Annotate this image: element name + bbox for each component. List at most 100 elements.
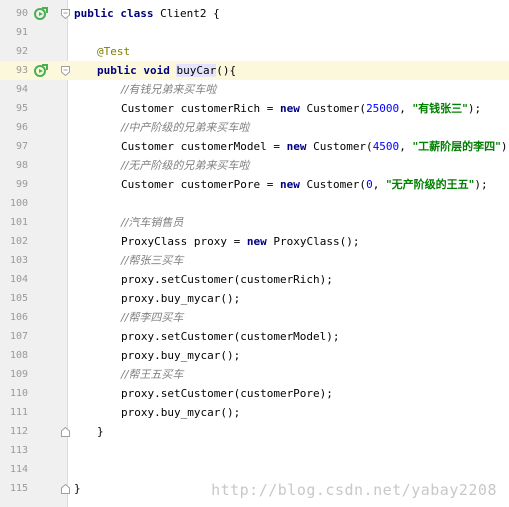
comment: //帮张三买车 [121, 254, 184, 267]
constructor-call: ProxyClass(); [273, 235, 360, 248]
code-editor[interactable]: 90 public class Client2 { 91 92 @Test 93 [0, 0, 509, 507]
code-text: ProxyClass proxy = new ProxyClass(); [121, 232, 359, 251]
code-line-112[interactable]: 112 } [0, 422, 509, 441]
code-text: Customer customerPore = new Customer(0, … [121, 175, 488, 194]
code-text: Customer customerRich = new Customer(250… [121, 99, 481, 118]
code-line-107[interactable]: 107 proxy.setCustomer(customerModel); [0, 327, 509, 346]
punctuation: , [372, 178, 386, 191]
fold-marker-icon[interactable] [61, 66, 70, 76]
code-line-103[interactable]: 103 //帮张三买车 [0, 251, 509, 270]
annotation: @Test [97, 45, 131, 58]
line-number: 106 [9, 312, 28, 323]
comment: //帮李四买车 [121, 311, 184, 324]
method-call: proxy.buy_mycar(); [121, 292, 241, 305]
code-line-98[interactable]: 98 //无产阶级的兄弟来买车啦 [0, 156, 509, 175]
keyword: public void [97, 64, 177, 77]
fold-marker-icon[interactable] [61, 427, 70, 437]
code-line-106[interactable]: 106 //帮李四买车 [0, 308, 509, 327]
closing-brace: } [74, 482, 81, 495]
keyword: new [286, 140, 314, 153]
keyword: new [279, 102, 307, 115]
line-number: 107 [9, 331, 28, 342]
constructor-call: Customer( [306, 102, 367, 115]
line-number: 99 [15, 179, 28, 190]
code-line-96[interactable]: 96 //中产阶级的兄弟来买车啦 [0, 118, 509, 137]
code-text: public void buyCar(){ [97, 61, 236, 80]
keyword: new [279, 178, 307, 191]
line-number: 93 [15, 65, 28, 76]
punctuation: ); [500, 140, 509, 153]
code-line-97[interactable]: 97 Customer customerModel = new Customer… [0, 137, 509, 156]
code-line-91[interactable]: 91 [0, 23, 509, 42]
constructor-call: Customer( [306, 178, 367, 191]
code-line-90[interactable]: 90 public class Client2 { [0, 4, 509, 23]
fold-marker-icon[interactable] [61, 9, 70, 19]
comment: //中产阶级的兄弟来买车啦 [121, 121, 250, 134]
line-number: 95 [15, 103, 28, 114]
code-line-93[interactable]: 93 public void buyCar(){ [0, 61, 509, 80]
code-line-111[interactable]: 111 proxy.buy_mycar(); [0, 403, 509, 422]
code-line-105[interactable]: 105 proxy.buy_mycar(); [0, 289, 509, 308]
punctuation: , [399, 140, 413, 153]
declaration: Customer customerPore = [121, 178, 280, 191]
line-number: 96 [15, 122, 28, 133]
fold-marker-icon[interactable] [61, 484, 70, 494]
method-call: proxy.setCustomer(customerModel); [121, 330, 340, 343]
code-line-104[interactable]: 104 proxy.setCustomer(customerRich); [0, 270, 509, 289]
code-line-113[interactable]: 113 [0, 441, 509, 460]
line-number: 97 [15, 141, 28, 152]
comment: //有钱兄弟来买车啦 [121, 83, 217, 96]
code-line-101[interactable]: 101 //汽车销售员 [0, 213, 509, 232]
string-literal: "工薪阶层的李四" [412, 140, 501, 153]
line-number: 111 [9, 407, 28, 418]
string-literal: "无产阶级的王五" [385, 178, 475, 191]
line-number: 109 [9, 369, 28, 380]
line-number: 91 [15, 27, 28, 38]
run-icon[interactable] [34, 64, 48, 78]
code-line-100[interactable]: 100 [0, 194, 509, 213]
punctuation: (){ [216, 64, 237, 77]
code-line-102[interactable]: 102 ProxyClass proxy = new ProxyClass(); [0, 232, 509, 251]
code-line-95[interactable]: 95 Customer customerRich = new Customer(… [0, 99, 509, 118]
constructor-call: Customer( [313, 140, 373, 153]
line-number: 103 [9, 255, 28, 266]
punctuation: ); [467, 102, 482, 115]
line-number: 94 [15, 84, 28, 95]
code-line-114[interactable]: 114 [0, 460, 509, 479]
line-number: 108 [9, 350, 28, 361]
line-number: 104 [9, 274, 28, 285]
line-number: 92 [15, 46, 28, 57]
code-line-109[interactable]: 109 //帮王五买车 [0, 365, 509, 384]
run-icon[interactable] [34, 7, 48, 21]
method-name: buyCar [176, 64, 217, 77]
line-number: 90 [15, 8, 28, 19]
line-number: 98 [15, 160, 28, 171]
method-call: proxy.buy_mycar(); [121, 406, 241, 419]
string-literal: "有钱张三" [412, 102, 468, 115]
declaration: Customer customerModel = [121, 140, 287, 153]
keyword: public class [74, 7, 161, 20]
code-line-94[interactable]: 94 //有钱兄弟来买车啦 [0, 80, 509, 99]
code-line-110[interactable]: 110 proxy.setCustomer(customerPore); [0, 384, 509, 403]
method-call: proxy.setCustomer(customerPore); [121, 387, 333, 400]
line-number: 113 [9, 445, 28, 456]
method-call: proxy.setCustomer(customerRich); [121, 273, 333, 286]
number-literal: 0 [366, 178, 373, 191]
line-number: 101 [9, 217, 28, 228]
declaration: ProxyClass proxy = [121, 235, 247, 248]
watermark: http://blog.csdn.net/yabay2208 [211, 481, 497, 499]
line-number: 100 [9, 198, 28, 209]
code-line-92[interactable]: 92 @Test [0, 42, 509, 61]
comment: //汽车销售员 [121, 216, 184, 229]
number-literal: 4500 [372, 140, 400, 153]
keyword: new [246, 235, 274, 248]
number-literal: 25000 [366, 102, 400, 115]
code-text: public class Client2 { [74, 4, 220, 23]
closing-brace: } [97, 425, 104, 438]
comment: //帮王五买车 [121, 368, 184, 381]
identifier: Client2 { [160, 7, 220, 20]
code-line-99[interactable]: 99 Customer customerPore = new Customer(… [0, 175, 509, 194]
line-number: 110 [9, 388, 28, 399]
code-line-108[interactable]: 108 proxy.buy_mycar(); [0, 346, 509, 365]
declaration: Customer customerRich = [121, 102, 280, 115]
